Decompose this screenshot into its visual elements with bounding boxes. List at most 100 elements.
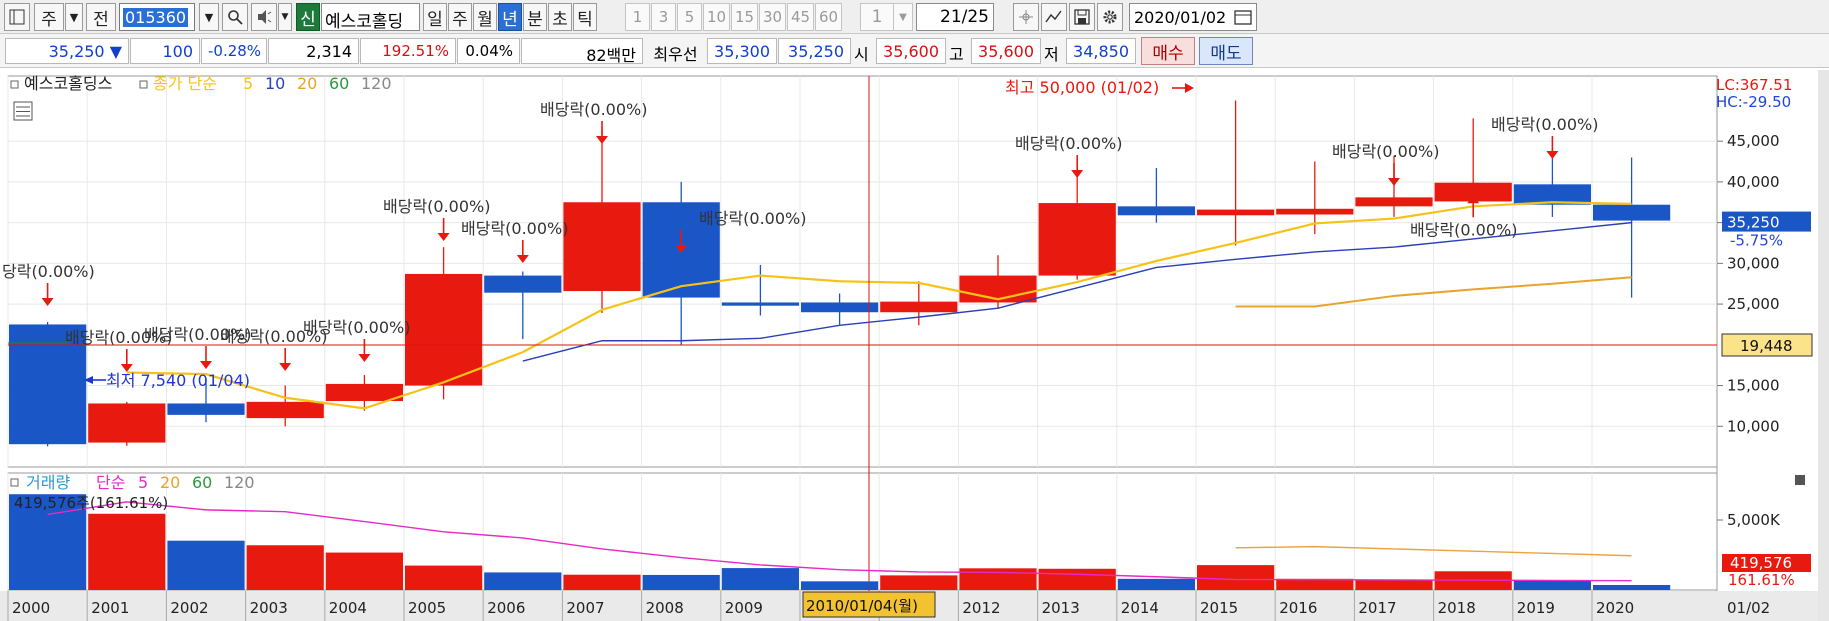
volume-bar-2005 [405,565,483,590]
interval-button-5[interactable]: 30 [759,3,786,31]
count-select[interactable]: 1 [860,3,894,31]
candle-body-2003 [246,401,324,419]
volume-bar-2003 [246,545,324,590]
y-tick-label: 30,000 [1727,254,1780,272]
speaker-icon[interactable] [251,3,277,31]
legend-ma-period: 5 [243,74,253,93]
volume-legend-period: 120 [224,473,255,492]
page-current: 21 [940,7,962,27]
interval-button-6[interactable]: 45 [787,3,814,31]
volume-bar-2019 [1513,580,1591,590]
turnover-rate: 0.04% [457,38,520,64]
buy-button[interactable]: 매수 [1141,37,1195,65]
candle-body-2016 [1276,208,1354,215]
change-rate: -0.28% [201,38,267,64]
calendar-icon[interactable] [1231,6,1255,28]
interval-button-2[interactable]: 5 [677,3,702,31]
new-button[interactable]: 신 [296,3,320,31]
trade-amount: 82백만 [521,38,643,65]
candle-body-2017 [1355,197,1433,207]
volume-bar-2014 [1117,578,1195,590]
page-total: /25 [961,7,989,27]
period-button-4[interactable]: 분 [523,3,547,31]
prev-button[interactable]: 전 [86,3,116,31]
dividend-label: 배당락(0.00%) [1015,134,1122,153]
volume-legend-period: 5 [138,473,148,492]
best-bid: 35,250 [778,38,851,64]
crosshair-icon[interactable] [1013,3,1039,31]
legend-ma-label: 종가 단순 [153,74,217,93]
code-input[interactable]: 015360 [119,3,195,31]
period-button-6[interactable]: 틱 [573,3,597,31]
volume-bar-2006 [484,572,562,590]
dividend-label: 배당락(0.00%) [1491,115,1598,134]
high-price: 35,600 [971,38,1041,64]
volume-bar-2007 [563,574,641,590]
period-button-1[interactable]: 주 [448,3,472,31]
candle-body-2020 [1593,204,1671,221]
candle-body-2007 [563,202,641,292]
y-tick-label: 15,000 [1727,377,1780,395]
interval-button-0[interactable]: 1 [625,3,650,31]
period-button-3[interactable]: 년 [498,3,522,31]
x-tick-label: 2013 [1042,599,1080,617]
x-tick-label: 2008 [646,599,684,617]
page-indicator[interactable]: 21/25 [916,3,994,31]
candle-body-2015 [1197,209,1275,216]
candle-body-2010 [801,302,879,313]
candle-body-2005 [405,273,483,386]
dividend-label: 배당락(0.00%) [303,318,410,337]
quote-bar: 35,250 ▼ 100 -0.28% 2,314 192.51% 0.04% … [0,34,1829,68]
volume-bar-2001 [88,513,166,590]
crosshair-date-label: 2010/01/04(월) [806,597,918,615]
sell-button[interactable]: 매도 [1199,37,1253,65]
interval-button-1[interactable]: 3 [651,3,676,31]
period-button-0[interactable]: 일 [423,3,447,31]
y-tick-label: 45,000 [1727,132,1780,150]
interval-button-4[interactable]: 15 [731,3,758,31]
trendline-icon[interactable] [1041,3,1067,31]
save-icon[interactable] [1069,3,1095,31]
volume-legend-ma-label: 단순 [96,473,125,492]
dividend-label: 배당락(0.00%) [1410,220,1517,239]
interval-button-3[interactable]: 10 [703,3,730,31]
chart-toolbar: 주 ▼ 전 015360 ▼ ▼ 신 예스코홀딩 일주월년분초틱 1 3 5 10 15… [0,0,1829,34]
code-dropdown-icon[interactable]: ▼ [199,3,219,31]
candle-body-2001 [88,403,166,443]
x-tick-label: 2018 [1438,599,1476,617]
y-tick-label: 40,000 [1727,173,1780,191]
volume-legend-period: 20 [160,473,180,492]
legend-ma-period: 10 [265,74,285,93]
candle-body-2011 [880,301,958,313]
volume-bar-2020 [1593,584,1671,590]
period-button-2[interactable]: 월 [473,3,497,31]
layout-icon[interactable] [4,3,30,31]
high-label: 고 [949,45,964,64]
lc-label: LC:367.51 [1716,76,1792,94]
buy-button-label: 매수 [1152,43,1184,64]
stock-name-field[interactable]: 예스코홀딩 [321,3,420,32]
volume-tick-label: 5,000K [1727,511,1781,529]
candlestick-chart[interactable]: 2000 2001 2002 2003 2004 2005 2006 2007 2008 2009… [0,70,1829,621]
y-tick-label: 25,000 [1727,295,1780,313]
x-tick-label: 2016 [1279,599,1317,617]
volume-legend-name: 거래량 [26,473,70,492]
candle-body-2006 [484,275,562,293]
period-button-5[interactable]: 초 [548,3,572,31]
chart-area[interactable]: 2000 2001 2002 2003 2004 2005 2006 2007 2008 2009… [0,70,1829,621]
search-icon[interactable] [222,3,248,31]
speaker-dropdown-icon[interactable]: ▼ [278,3,292,31]
count-dropdown-icon[interactable]: ▼ [893,3,913,31]
period-dropdown-icon[interactable]: ▼ [65,3,83,31]
volume-bar-2013 [1038,568,1116,590]
period-select-label: 주 [41,9,57,30]
count-value: 1 [871,7,883,27]
date-value: 2020/01/02 [1134,8,1227,27]
x-tick-label: 2019 [1517,599,1555,617]
legend-ma-period: 20 [297,74,317,93]
current-price-tag: 35,250 [1727,214,1780,232]
change-value: 100 [130,38,200,64]
period-select[interactable]: 주 [34,3,64,31]
interval-button-7[interactable]: 60 [815,3,842,31]
gear-icon[interactable] [1097,3,1123,31]
